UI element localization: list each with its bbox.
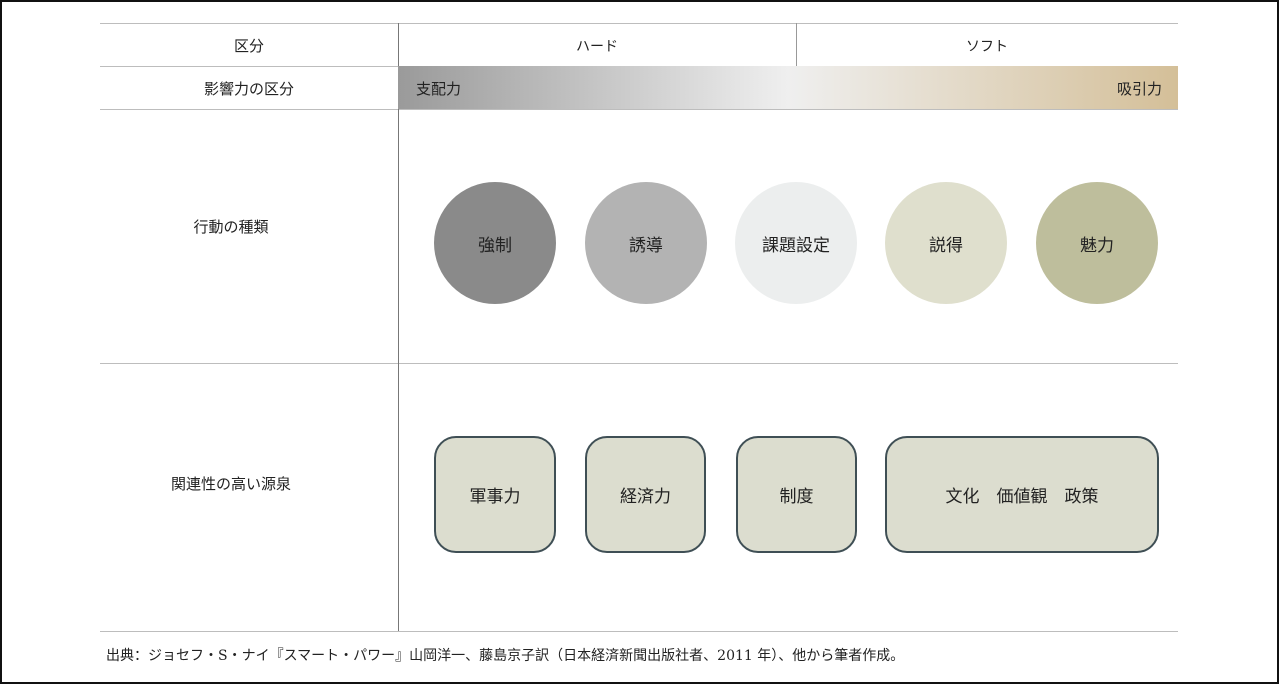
category-header: 区分 bbox=[233, 37, 264, 55]
action-circle-inducement: 誘導 bbox=[585, 182, 707, 304]
influence-gradient-bar bbox=[398, 66, 1178, 109]
influence-row-rule bbox=[100, 109, 1178, 110]
actions-row-label: 行動の種類 bbox=[193, 218, 269, 236]
source-box-military: 軍事力 bbox=[434, 436, 556, 553]
source-citation: 出典：ジョセフ・S・ナイ『スマート・パワー』山岡洋一、藤島京子訳（日本経済新聞出… bbox=[106, 648, 905, 664]
table-top-rule bbox=[100, 23, 1178, 24]
action-circle-persuasion: 説得 bbox=[885, 182, 1007, 304]
actions-row-rule bbox=[100, 363, 1178, 364]
source-box-economic: 経済力 bbox=[585, 436, 706, 553]
hard-header: ハード bbox=[576, 39, 618, 55]
action-circle-attraction: 魅力 bbox=[1036, 182, 1158, 304]
attractive-power-label: 吸引力 bbox=[1116, 80, 1162, 98]
influence-row-label: 影響力の区分 bbox=[203, 80, 294, 98]
label-column-divider bbox=[398, 23, 399, 631]
action-circle-coercion: 強制 bbox=[434, 182, 556, 304]
source-box-culture-values-policy: 文化 価値観 政策 bbox=[885, 436, 1159, 553]
soft-header: ソフト bbox=[966, 39, 1008, 55]
source-box-institutions: 制度 bbox=[736, 436, 857, 553]
table-bottom-rule bbox=[100, 631, 1178, 632]
command-power-label: 支配力 bbox=[416, 80, 462, 98]
action-circle-agenda-setting: 課題設定 bbox=[735, 182, 857, 304]
sources-row-label: 関連性の高い源泉 bbox=[170, 475, 291, 493]
